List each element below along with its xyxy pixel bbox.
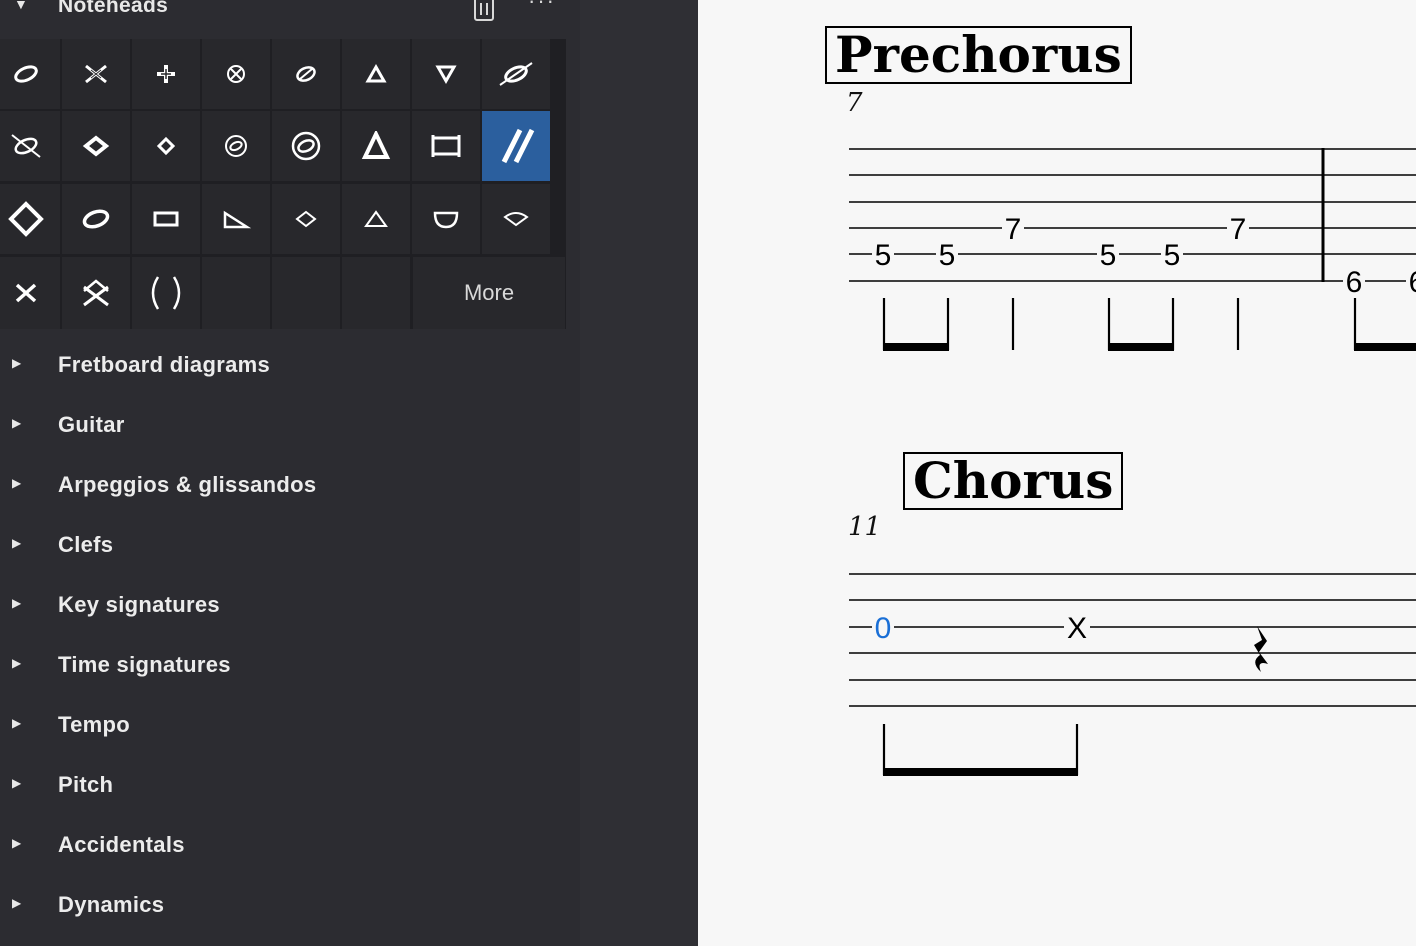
empty-cell <box>342 257 410 329</box>
empty-cell <box>202 257 270 329</box>
noteheads-section-header[interactable]: ▼ Noteheads ··· <box>0 0 580 24</box>
slashed-notehead-icon[interactable] <box>272 39 340 109</box>
fret-number: 5 <box>875 239 892 272</box>
category-label: Key signatures <box>58 592 220 617</box>
circled-notehead-icon[interactable] <box>202 111 270 181</box>
category-label: Tempo <box>58 712 130 737</box>
small-diamond-open-notehead-icon[interactable] <box>272 184 340 254</box>
slash-notehead-icon[interactable] <box>482 111 550 181</box>
triangle-right-icon: ▶ <box>12 416 22 430</box>
category-key-signatures[interactable]: ▶ Key signatures <box>0 588 578 628</box>
plus-notehead-icon[interactable] <box>132 39 200 109</box>
fret-number: 7 <box>1005 213 1022 246</box>
open-triangle-notehead-icon[interactable] <box>342 184 410 254</box>
whole-notehead-icon[interactable] <box>62 184 130 254</box>
x-notehead-icon[interactable] <box>0 257 60 329</box>
triangle-up-notehead-icon[interactable] <box>342 39 410 109</box>
triangle-right-icon: ▶ <box>12 896 22 910</box>
fret-number: 5 <box>1100 239 1117 272</box>
triangle-down-notehead-icon[interactable] <box>412 39 480 109</box>
category-clefs[interactable]: ▶ Clefs <box>0 528 578 568</box>
right-triangle-notehead-icon[interactable] <box>202 184 270 254</box>
empty-cell <box>272 257 340 329</box>
slashed-circle-notehead-icon[interactable] <box>0 111 60 181</box>
category-arpeggios-glissandos[interactable]: ▶ Arpeggios & glissandos <box>0 468 578 508</box>
category-label: Guitar <box>58 412 125 437</box>
palette-panel: ▼ Noteheads ··· More ▶ Fretboard diagram… <box>0 0 581 946</box>
category-time-signatures[interactable]: ▶ Time signatures <box>0 648 578 688</box>
triangle-right-icon: ▶ <box>12 716 22 730</box>
triangle-right-icon: ▶ <box>12 356 22 370</box>
score-view[interactable]: 5 5 7 5 5 7 6 6 <box>698 0 1416 946</box>
category-fretboard-diagrams[interactable]: ▶ Fretboard diagrams <box>0 348 578 388</box>
fret-number: 7 <box>1230 213 1247 246</box>
noteheads-grid: More <box>0 39 566 329</box>
panel-gutter <box>580 0 698 946</box>
parentheses-notehead-icon[interactable] <box>132 257 200 329</box>
cross-notehead-icon[interactable] <box>62 39 130 109</box>
diamond-notehead-icon[interactable] <box>62 111 130 181</box>
category-label: Dynamics <box>58 892 165 917</box>
ghost-slash-notehead-icon[interactable] <box>482 39 550 109</box>
category-label: Accidentals <box>58 832 185 857</box>
quarter-rest-icon <box>1254 626 1268 672</box>
circle-x-notehead-icon[interactable] <box>202 39 270 109</box>
fret-number: 5 <box>1164 239 1181 272</box>
triangle-right-icon: ▶ <box>12 776 22 790</box>
tab-staff-system-1 <box>849 148 1416 282</box>
triangle-right-icon: ▶ <box>12 656 22 670</box>
fret-number: 6 <box>1409 266 1416 299</box>
fret-number: 6 <box>1346 266 1363 299</box>
small-diamond-notehead-icon[interactable] <box>132 111 200 181</box>
large-diamond-notehead-icon[interactable] <box>0 184 60 254</box>
beams-system-1 <box>883 343 1416 351</box>
stems-system-2 <box>882 724 1079 775</box>
rehearsal-mark-chorus[interactable]: Chorus <box>903 452 1124 510</box>
measure-number: 7 <box>846 88 863 118</box>
arc-notehead-icon[interactable] <box>482 184 550 254</box>
half-moon-notehead-icon[interactable] <box>412 184 480 254</box>
stems-system-1 <box>882 298 1357 350</box>
trash-icon[interactable] <box>472 0 496 22</box>
more-button[interactable]: More <box>413 257 565 329</box>
category-accidentals[interactable]: ▶ Accidentals <box>0 828 578 868</box>
large-triangle-notehead-icon[interactable] <box>342 111 410 181</box>
beam <box>883 768 1078 776</box>
normal-notehead-icon[interactable] <box>0 39 60 109</box>
fret-number: 5 <box>939 239 956 272</box>
triangle-down-icon[interactable]: ▼ <box>14 0 28 12</box>
dead-note-x: X <box>1067 612 1087 645</box>
category-dynamics[interactable]: ▶ Dynamics <box>0 888 578 928</box>
rectangle-notehead-icon[interactable] <box>412 111 480 181</box>
triangle-right-icon: ▶ <box>12 836 22 850</box>
diamond-x-notehead-icon[interactable] <box>62 257 130 329</box>
square-notehead-icon[interactable] <box>132 184 200 254</box>
section-title: Noteheads <box>58 0 169 17</box>
large-circled-notehead-icon[interactable] <box>272 111 340 181</box>
triangle-right-icon: ▶ <box>12 596 22 610</box>
triangle-right-icon: ▶ <box>12 476 22 490</box>
category-label: Time signatures <box>58 652 231 677</box>
more-dots-icon[interactable]: ··· <box>528 0 556 14</box>
category-label: Arpeggios & glissandos <box>58 472 317 497</box>
selected-fret-number: 0 <box>875 612 892 645</box>
category-label: Clefs <box>58 532 114 557</box>
tab-staff-system-2 <box>849 573 1416 707</box>
category-pitch[interactable]: ▶ Pitch <box>0 768 578 808</box>
category-label: Fretboard diagrams <box>58 352 271 377</box>
triangle-right-icon: ▶ <box>12 536 22 550</box>
measure-number: 11 <box>848 512 882 542</box>
category-tempo[interactable]: ▶ Tempo <box>0 708 578 748</box>
rehearsal-mark-prechorus[interactable]: Prechorus <box>825 26 1132 84</box>
category-guitar[interactable]: ▶ Guitar <box>0 408 578 448</box>
category-label: Pitch <box>58 772 114 797</box>
